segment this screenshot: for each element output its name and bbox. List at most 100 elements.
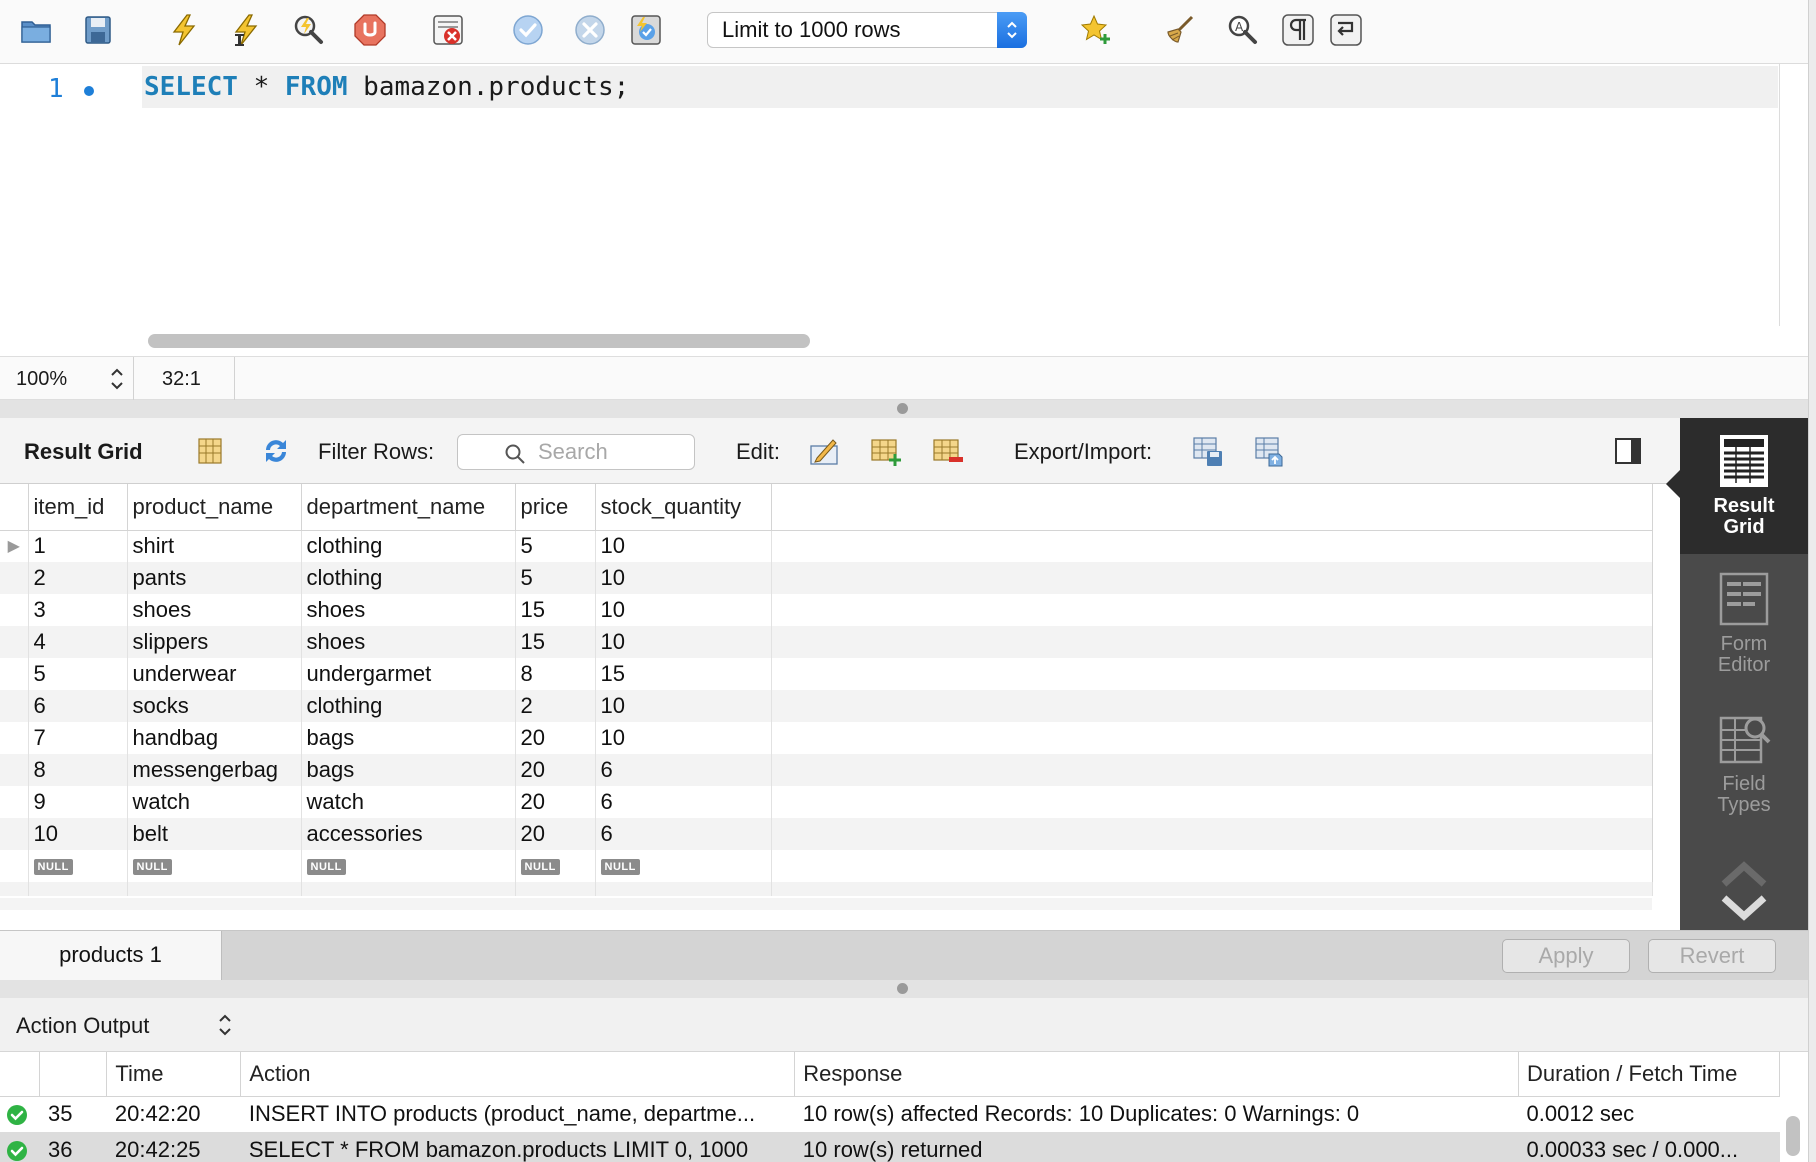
table-cell[interactable]: underwear <box>127 658 302 690</box>
splitter-grip[interactable] <box>897 403 908 414</box>
autocommit-icon[interactable] <box>626 10 666 50</box>
rail-scroll-chevrons-icon[interactable] <box>1714 858 1774 924</box>
invisible-chars-icon[interactable] <box>1278 10 1318 50</box>
table-cell[interactable]: watch <box>127 786 302 818</box>
row-marker[interactable] <box>0 690 29 722</box>
rail-item-result-grid[interactable]: Result Grid <box>1666 418 1808 554</box>
table-cell[interactable]: 6 <box>595 786 772 818</box>
row-marker[interactable] <box>0 850 29 882</box>
table-cell[interactable]: 10 <box>595 562 772 594</box>
table-cell[interactable]: 5 <box>515 530 596 562</box>
insert-row-icon[interactable] <box>868 433 904 469</box>
column-header[interactable]: stock_quantity <box>595 484 772 531</box>
sql-editor[interactable]: 1 SELECT * FROM bamazon.products; <box>0 64 1808 356</box>
import-icon[interactable] <box>1252 433 1288 469</box>
table-cell[interactable]: 7 <box>28 722 128 754</box>
table-cell[interactable]: 10 <box>595 626 772 658</box>
result-grid[interactable]: item_id product_name department_name pri… <box>0 484 1680 930</box>
table-cell[interactable]: 6 <box>595 818 772 850</box>
table-cell[interactable]: belt <box>127 818 302 850</box>
rollback-icon[interactable] <box>570 10 610 50</box>
limit-rows-select[interactable]: Limit to 1000 rows <box>707 12 1027 48</box>
column-header[interactable]: department_name <box>301 484 516 531</box>
explain-icon[interactable] <box>288 10 328 50</box>
table-cell[interactable]: 10 <box>595 594 772 626</box>
table-cell[interactable]: 15 <box>515 626 596 658</box>
pane-splitter[interactable] <box>0 400 1808 418</box>
table-cell[interactable]: 6 <box>28 690 128 722</box>
row-marker[interactable] <box>0 594 29 626</box>
table-cell[interactable]: shoes <box>127 594 302 626</box>
column-header[interactable]: price <box>515 484 596 531</box>
table-cell[interactable]: 4 <box>28 626 128 658</box>
table-cell[interactable]: undergarmet <box>301 658 516 690</box>
table-cell[interactable]: 3 <box>28 594 128 626</box>
table-row[interactable]: 9 watch watch 20 6 <box>0 786 1653 818</box>
table-cell[interactable]: socks <box>127 690 302 722</box>
revert-button[interactable]: Revert <box>1648 939 1776 973</box>
stop-icon[interactable] <box>350 10 390 50</box>
table-cell[interactable]: accessories <box>301 818 516 850</box>
table-row[interactable]: 3 shoes shoes 15 10 <box>0 594 1653 626</box>
table-cell[interactable]: clothing <box>301 530 516 562</box>
table-cell[interactable]: 2 <box>28 562 128 594</box>
table-cell[interactable]: 5 <box>28 658 128 690</box>
output-selector[interactable]: Action Output <box>16 1013 149 1039</box>
column-header[interactable]: Duration / Fetch Time <box>1518 1052 1780 1097</box>
table-cell[interactable]: 8 <box>515 658 596 690</box>
table-cell[interactable]: bags <box>301 754 516 786</box>
table-row[interactable]: 7 handbag bags 20 10 <box>0 722 1653 754</box>
beautify-icon[interactable] <box>1160 10 1200 50</box>
current-row-pointer-icon[interactable]: ▶ <box>0 530 29 562</box>
apply-button[interactable]: Apply <box>1502 939 1630 973</box>
new-row-placeholder[interactable]: NULL NULL NULL NULL NULL <box>0 850 1653 882</box>
table-cell[interactable]: pants <box>127 562 302 594</box>
table-cell[interactable]: 2 <box>515 690 596 722</box>
table-cell[interactable]: shoes <box>301 626 516 658</box>
table-cell[interactable]: clothing <box>301 690 516 722</box>
row-marker[interactable] <box>0 562 29 594</box>
output-row[interactable]: 36 20:42:25 SELECT * FROM bamazon.products… <box>0 1132 1780 1162</box>
table-cell[interactable]: watch <box>301 786 516 818</box>
table-row[interactable]: 5 underwear undergarmet 8 15 <box>0 658 1653 690</box>
toggle-sidebar-icon[interactable] <box>1610 433 1646 469</box>
execute-icon[interactable] <box>164 10 204 50</box>
column-header[interactable]: Response <box>794 1052 1520 1097</box>
splitter-grip[interactable] <box>897 983 908 994</box>
find-icon[interactable]: A <box>1222 10 1262 50</box>
toggle-error-icon[interactable] <box>428 10 468 50</box>
table-row[interactable]: 2 pants clothing 5 10 <box>0 562 1653 594</box>
table-row[interactable]: ▶ 1 shirt clothing 5 10 <box>0 530 1653 562</box>
table-cell[interactable]: NULL <box>595 850 772 882</box>
delete-row-icon[interactable] <box>930 433 966 469</box>
column-header[interactable]: Time <box>106 1052 242 1097</box>
sql-statement[interactable]: SELECT * FROM bamazon.products; <box>144 72 629 102</box>
save-icon[interactable] <box>78 10 118 50</box>
output-row[interactable]: 35 20:42:20 INSERT INTO products (product_… <box>0 1096 1780 1132</box>
table-cell[interactable]: 5 <box>515 562 596 594</box>
horizontal-scrollbar[interactable] <box>148 334 810 348</box>
table-row[interactable]: 6 socks clothing 2 10 <box>0 690 1653 722</box>
table-cell[interactable]: 15 <box>595 658 772 690</box>
table-cell[interactable]: shoes <box>301 594 516 626</box>
search-input[interactable] <box>538 439 688 465</box>
table-cell[interactable]: NULL <box>515 850 596 882</box>
table-row[interactable]: 10 belt accessories 20 6 <box>0 818 1653 850</box>
table-cell[interactable]: 20 <box>515 722 596 754</box>
table-cell[interactable]: 10 <box>595 722 772 754</box>
column-header[interactable]: Action <box>240 1052 796 1097</box>
table-row[interactable]: 4 slippers shoes 15 10 <box>0 626 1653 658</box>
row-marker[interactable] <box>0 786 29 818</box>
refresh-icon[interactable] <box>258 433 294 469</box>
action-output-list[interactable]: Time Action Response Duration / Fetch Ti… <box>0 1052 1780 1162</box>
table-cell[interactable]: 20 <box>515 754 596 786</box>
grid-layout-icon[interactable] <box>192 433 228 469</box>
table-cell[interactable]: 20 <box>515 818 596 850</box>
table-cell[interactable]: NULL <box>28 850 128 882</box>
filter-search-box[interactable] <box>457 434 695 470</box>
table-cell[interactable]: 9 <box>28 786 128 818</box>
bookmark-icon[interactable] <box>1076 10 1116 50</box>
open-folder-icon[interactable] <box>16 10 56 50</box>
table-cell[interactable]: 10 <box>595 530 772 562</box>
column-header[interactable]: item_id <box>28 484 128 531</box>
